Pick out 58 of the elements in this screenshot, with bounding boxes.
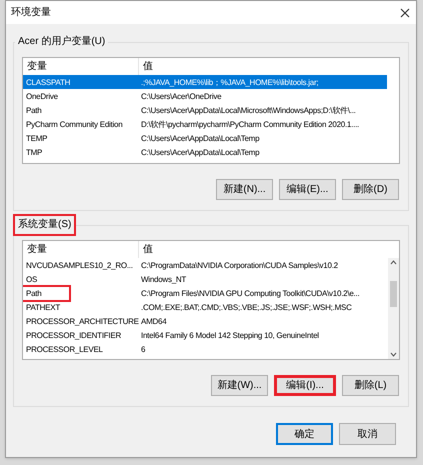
- group-title: 系统变量(S): [15, 216, 74, 234]
- table-cell-text: C:\Program Files\NVIDIA GPU Computing Toolkit\CUDA\v10.2\e...: [140, 288, 360, 300]
- table-cell-text: OS: [25, 274, 38, 286]
- table-row[interactable]: NVCUDASAMPLES10_2_RO... C:\ProgramData\NVIDIA Corporation\CUDA Samples\v10.2: [23, 258, 387, 272]
- table-cell-text: .;%JAVA_HOME%\lib；%JAVA_HOME%\lib\tools.jar;: [140, 76, 318, 88]
- close-icon[interactable]: [400, 8, 410, 18]
- scrollbar-thumb[interactable]: [390, 280, 397, 306]
- table-row[interactable]: TMP C:\Users\Acer\AppData\Local\Temp: [23, 145, 387, 159]
- scroll-down-icon[interactable]: [390, 352, 397, 357]
- table-row[interactable]: OneDrive C:\Users\Acer\OneDrive: [23, 89, 387, 103]
- table-cell-text: PROCESSOR_LEVEL: [25, 344, 104, 356]
- table-cell-text: C:\ProgramData\NVIDIA Corporation\CUDA Samples\v10.2: [140, 260, 338, 272]
- table-cell-text: 6: [140, 344, 146, 356]
- table-row[interactable]: PyCharm Community Edition D:\软件\pycharm\pycharm\PyCharm Community Edition 2020.1....: [23, 117, 387, 131]
- column-header[interactable]: 值: [139, 241, 387, 258]
- table-cell-text: C:\Users\Acer\AppData\Local\Temp: [140, 132, 260, 144]
- table-row[interactable]: TEMP C:\Users\Acer\AppData\Local\Temp: [23, 131, 387, 145]
- table-cell-text: Path: [25, 104, 42, 116]
- table-row[interactable]: OS Windows_NT: [23, 272, 387, 286]
- action-button[interactable]: 编辑(I)...: [274, 375, 336, 396]
- table-cell-text: TMP: [25, 146, 44, 158]
- table-cell-text: AMD64: [140, 316, 166, 328]
- table-cell-text: Windows_NT: [140, 274, 186, 286]
- dialog-button[interactable]: 确定: [276, 423, 333, 445]
- table-row[interactable]: Path C:\Program Files\NVIDIA GPU Computing Toolkit\CUDA\v10.2\e...: [23, 286, 387, 300]
- table-cell-text: NVCUDASAMPLES10_2_RO...: [25, 260, 134, 272]
- table-cell-text: C:\Users\Acer\AppData\Local\Temp: [140, 146, 260, 158]
- table-cell-text: TEMP: [25, 132, 48, 144]
- table-cell-text: C:\Users\Acer\OneDrive: [140, 90, 222, 102]
- table-row[interactable]: CLASSPATH .;%JAVA_HOME%\lib；%JAVA_HOME%\lib\tools.jar;: [23, 75, 387, 89]
- table-cell-text: PATHEXT: [25, 302, 62, 314]
- table-cell-text: OneDrive: [25, 90, 59, 102]
- action-button[interactable]: 删除(L): [342, 375, 399, 396]
- table-cell: Path: [23, 286, 69, 300]
- table-row[interactable]: PROCESSOR_IDENTIFIER Intel64 Family 6 Model 142 Stepping 10, GenuineIntel: [23, 328, 387, 342]
- table-cell-text: D:\软件\pycharm\pycharm\PyCharm Community Edition 2020.1....: [140, 118, 360, 130]
- table-cell-text: C:\Users\Acer\AppData\Local\Microsoft\WindowsApps;D:\软件\...: [140, 104, 356, 116]
- table-row[interactable]: PROCESSOR_LEVEL 6: [23, 342, 387, 356]
- scroll-up-icon[interactable]: [390, 260, 397, 265]
- table-row[interactable]: PROCESSOR_ARCHITECTURE AMD64: [23, 314, 387, 328]
- table-cell-text: PROCESSOR_IDENTIFIER: [25, 330, 122, 342]
- table-row[interactable]: Path C:\Users\Acer\AppData\Local\Microsoft\WindowsApps;D:\软件\...: [23, 103, 387, 117]
- scrollbar[interactable]: [388, 258, 399, 359]
- action-button[interactable]: 编辑(E)...: [279, 179, 336, 200]
- dialog-button[interactable]: 取消: [339, 423, 396, 445]
- table-row[interactable]: PATHEXT .COM;.EXE;.BAT;.CMD;.VBS;.VBE;.JS;.JSE;.WSF;.WSH;.MSC: [23, 300, 387, 314]
- table-cell-text: CLASSPATH: [25, 76, 72, 88]
- column-header[interactable]: 变量: [23, 241, 139, 258]
- table-cell-text: Intel64 Family 6 Model 142 Stepping 10, GenuineIntel: [140, 330, 319, 342]
- column-header[interactable]: 值: [139, 58, 387, 75]
- table-cell-text: .COM;.EXE;.BAT;.CMD;.VBS;.VBE;.JS;.JSE;.WSF;.WSH;.MSC: [140, 302, 352, 314]
- action-button[interactable]: 新建(N)...: [216, 179, 273, 200]
- action-button[interactable]: 新建(W)...: [211, 375, 268, 396]
- window-title: 环境变量: [11, 6, 51, 20]
- table-cell-text: PROCESSOR_ARCHITECTURE: [25, 316, 139, 328]
- table-cell-text: PyCharm Community Edition: [25, 118, 124, 130]
- group-title: Acer 的用户变量(U): [15, 35, 108, 49]
- action-button[interactable]: 删除(D): [342, 179, 399, 200]
